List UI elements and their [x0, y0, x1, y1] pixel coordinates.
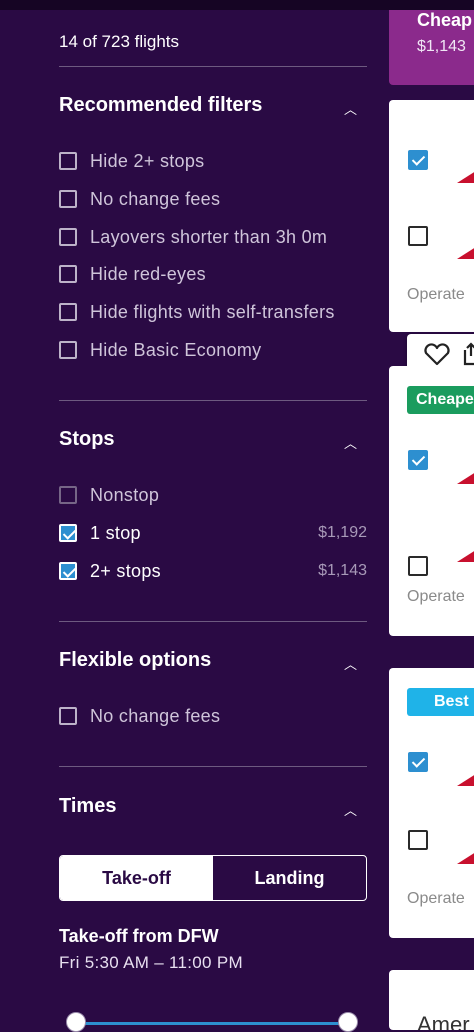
stops-2-plus[interactable]: 2+ stops $1,143 [59, 558, 369, 584]
flight-result-card[interactable]: Amer [389, 970, 474, 1030]
select-checkbox[interactable] [408, 150, 428, 170]
filter-hide-basic-economy[interactable]: Hide Basic Economy [59, 337, 369, 363]
checkbox[interactable] [59, 707, 77, 725]
checkbox[interactable] [59, 562, 77, 580]
operated-by-text: Operate [407, 286, 465, 303]
stops-nonstop[interactable]: Nonstop [59, 482, 369, 508]
takeoff-range: Fri 5:30 AM – 11:00 PM [59, 953, 243, 972]
flight-result-card[interactable]: Best Operate [389, 668, 474, 938]
airline-name: Amer [417, 1012, 470, 1030]
section-title-flexible: Flexible options [59, 649, 212, 671]
section-title-times: Times [59, 795, 117, 817]
stop-price: $1,143 [318, 562, 367, 579]
filter-label: No change fees [90, 188, 221, 209]
filter-short-layovers[interactable]: Layovers shorter than 3h 0m [59, 224, 369, 250]
filter-no-change-fees[interactable]: No change fees [59, 186, 369, 212]
results-count: 14 of 723 flights [59, 32, 180, 51]
collapse-times-icon[interactable]: ︿ [344, 800, 357, 819]
checkbox[interactable] [59, 486, 77, 504]
filter-hide-self-transfers[interactable]: Hide flights with self-transfers [59, 299, 369, 325]
divider [59, 621, 367, 622]
takeoff-title: Take-off from DFW [59, 926, 219, 946]
cheapest-promo-banner[interactable]: Cheap $1,143 [389, 10, 474, 85]
select-checkbox[interactable] [408, 830, 428, 850]
checkbox[interactable] [59, 303, 77, 321]
collapse-stops-icon[interactable]: ︿ [344, 433, 357, 452]
checkbox[interactable] [59, 524, 77, 542]
filter-label: Nonstop [90, 484, 160, 505]
filter-label: Hide 2+ stops [90, 150, 205, 171]
filter-hide-2-stops[interactable]: Hide 2+ stops [59, 148, 369, 174]
filter-label: Hide flights with self-transfers [90, 301, 335, 322]
flexible-no-change-fees[interactable]: No change fees [59, 703, 369, 729]
divider [59, 766, 367, 767]
filter-label: Hide red-eyes [90, 263, 206, 284]
airline-logo-icon [457, 470, 474, 484]
airline-logo-icon [457, 772, 474, 786]
operated-by-text: Operate [407, 588, 465, 605]
time-slider-max-handle[interactable] [338, 1012, 358, 1032]
operated-by-text: Operate [407, 890, 465, 907]
checkbox[interactable] [59, 190, 77, 208]
top-status-strip [0, 0, 474, 10]
divider [59, 66, 367, 67]
section-title-stops: Stops [59, 428, 115, 450]
filter-label: 2+ stops [90, 560, 161, 581]
collapse-recommended-icon[interactable]: ︿ [344, 99, 357, 118]
promo-price: $1,143 [417, 38, 466, 55]
flight-result-card[interactable]: Cheape Operate [389, 366, 474, 636]
airline-logo-icon [457, 548, 474, 562]
flight-result-card[interactable]: Operate [389, 100, 474, 332]
collapse-flexible-icon[interactable]: ︿ [344, 654, 357, 673]
select-checkbox[interactable] [408, 556, 428, 576]
filter-label: Hide Basic Economy [90, 339, 262, 360]
select-checkbox[interactable] [408, 450, 428, 470]
tab-landing[interactable]: Landing [213, 856, 366, 900]
select-checkbox[interactable] [408, 752, 428, 772]
stop-price: $1,192 [318, 524, 367, 541]
checkbox[interactable] [59, 265, 77, 283]
checkbox[interactable] [59, 152, 77, 170]
cheapest-badge: Cheape [407, 386, 474, 414]
airline-logo-icon [457, 245, 474, 259]
airline-logo-icon [457, 169, 474, 183]
filter-hide-red-eyes[interactable]: Hide red-eyes [59, 261, 369, 287]
filter-label: Layovers shorter than 3h 0m [90, 226, 328, 247]
tab-takeoff[interactable]: Take-off [60, 856, 213, 900]
checkbox[interactable] [59, 228, 77, 246]
section-title-recommended: Recommended filters [59, 94, 263, 116]
filter-label: No change fees [90, 705, 221, 726]
best-badge: Best [407, 688, 474, 716]
stops-1-stop[interactable]: 1 stop $1,192 [59, 520, 369, 546]
time-slider-min-handle[interactable] [66, 1012, 86, 1032]
airline-logo-icon [457, 850, 474, 864]
times-toggle: Take-off Landing [59, 855, 367, 901]
checkbox[interactable] [59, 341, 77, 359]
filter-label: 1 stop [90, 522, 141, 543]
select-checkbox[interactable] [408, 226, 428, 246]
promo-title: Cheap [417, 10, 473, 30]
divider [59, 400, 367, 401]
